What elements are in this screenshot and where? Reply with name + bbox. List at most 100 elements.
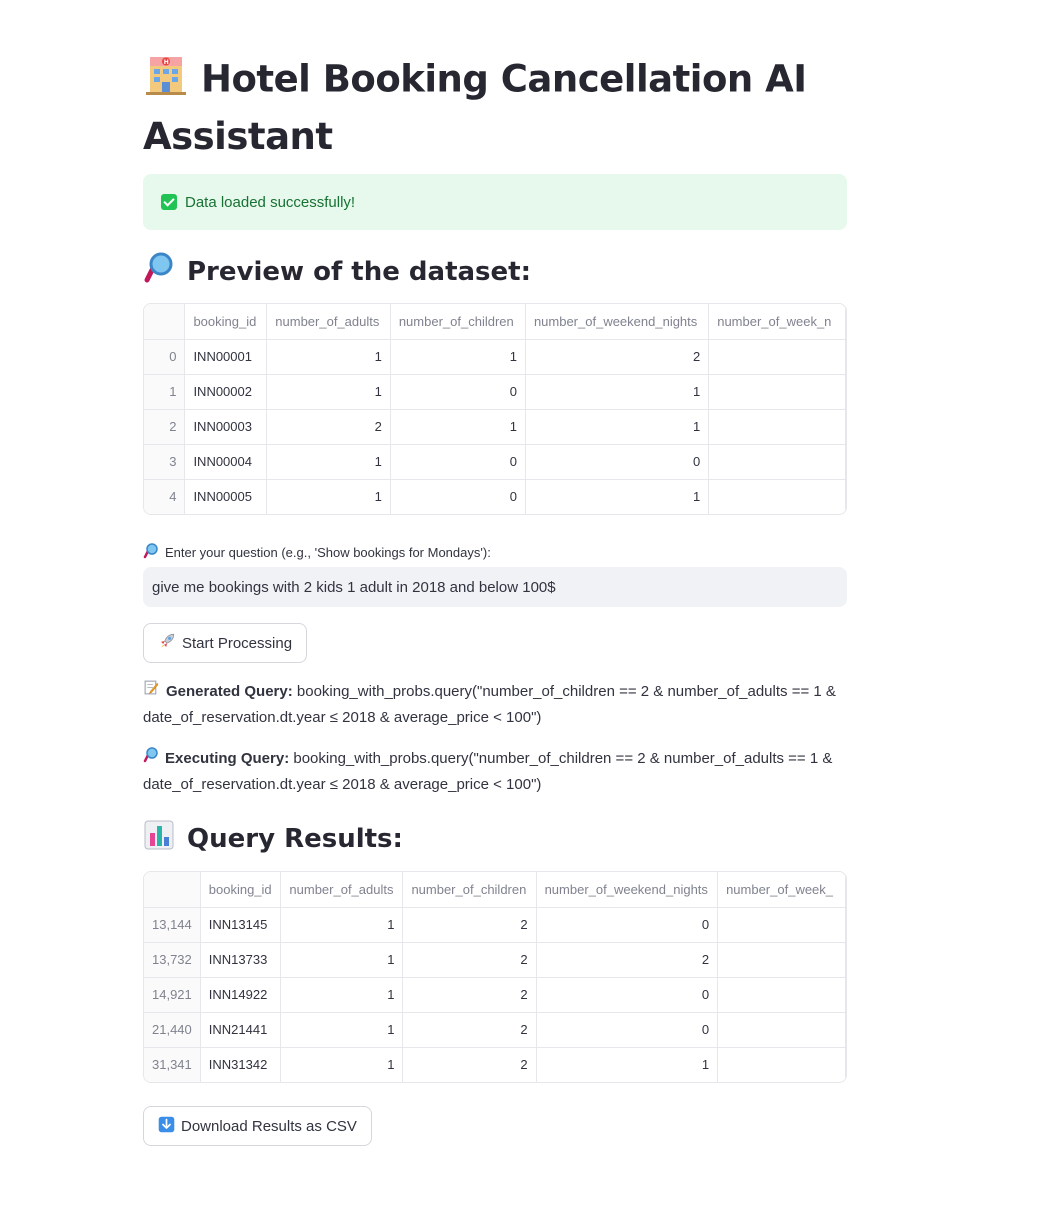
- results-heading: Query Results:: [143, 819, 403, 858]
- table-cell[interactable]: 1: [266, 374, 391, 410]
- table-cell[interactable]: [717, 977, 846, 1013]
- table-cell[interactable]: INN31342: [200, 1047, 282, 1082]
- table-cell[interactable]: [708, 444, 846, 480]
- question-label-text: Enter your question (e.g., 'Show booking…: [165, 545, 491, 560]
- index-header: [144, 872, 201, 908]
- table-cell[interactable]: [708, 409, 846, 445]
- table-cell[interactable]: 1: [266, 339, 391, 375]
- success-alert: Data loaded successfully!: [143, 174, 847, 230]
- table-row[interactable]: 2 INN00003 2 1 1: [144, 409, 846, 445]
- table-cell[interactable]: INN00002: [184, 374, 268, 410]
- table-cell[interactable]: 1: [525, 409, 710, 445]
- column-header[interactable]: number_of_adults: [266, 304, 391, 340]
- table-cell[interactable]: [708, 339, 846, 375]
- table-cell[interactable]: [708, 479, 846, 514]
- table-cell[interactable]: 1: [390, 339, 526, 375]
- column-header[interactable]: number_of_children: [390, 304, 526, 340]
- start-processing-label: Start Processing: [182, 634, 293, 652]
- table-cell[interactable]: 0: [536, 977, 719, 1013]
- table-cell[interactable]: INN00003: [184, 409, 268, 445]
- table-cell[interactable]: INN00004: [184, 444, 268, 480]
- table-cell[interactable]: 2: [536, 942, 719, 978]
- table-cell[interactable]: 1: [525, 374, 710, 410]
- table-cell[interactable]: 1: [525, 479, 710, 514]
- table-cell[interactable]: INN00005: [184, 479, 268, 514]
- table-cell[interactable]: INN13733: [200, 942, 282, 978]
- table-cell[interactable]: 1: [266, 479, 391, 514]
- table-cell[interactable]: INN14922: [200, 977, 282, 1013]
- magnifier-icon: [143, 252, 175, 291]
- table-cell[interactable]: 1: [390, 409, 526, 445]
- column-header[interactable]: booking_id: [184, 304, 268, 340]
- start-processing-button[interactable]: Start Processing: [143, 623, 308, 663]
- column-header[interactable]: number_of_weekend_nights: [536, 872, 719, 908]
- question-label: Enter your question (e.g., 'Show booking…: [143, 543, 491, 562]
- table-cell[interactable]: 2: [525, 339, 710, 375]
- table-cell[interactable]: 0: [390, 479, 526, 514]
- table-cell[interactable]: 1: [280, 977, 404, 1013]
- table-cell[interactable]: 0: [390, 374, 526, 410]
- download-csv-button[interactable]: Download Results as CSV: [143, 1106, 372, 1146]
- table-row[interactable]: 14,921 INN14922 1 2 0: [144, 977, 846, 1013]
- check-icon: [161, 194, 177, 210]
- column-header[interactable]: number_of_week_n: [708, 304, 846, 340]
- results-heading-text: Query Results:: [187, 823, 403, 854]
- table-row[interactable]: 1 INN00002 1 0 1: [144, 374, 846, 410]
- table-cell[interactable]: 2: [402, 1047, 537, 1082]
- table-cell[interactable]: 1: [536, 1047, 719, 1082]
- table-cell[interactable]: 2: [402, 907, 537, 943]
- table-row[interactable]: 3 INN00004 1 0 0: [144, 444, 846, 480]
- preview-table[interactable]: booking_id number_of_adults number_of_chil…: [143, 303, 847, 515]
- table-cell[interactable]: 2: [402, 977, 537, 1013]
- question-input-value[interactable]: give me bookings with 2 kids 1 adult in …: [152, 579, 556, 596]
- column-header[interactable]: number_of_children: [402, 872, 537, 908]
- table-cell[interactable]: 0: [390, 444, 526, 480]
- table-cell[interactable]: 2: [402, 1012, 537, 1048]
- memo-icon: [143, 679, 160, 705]
- table-cell[interactable]: 1: [280, 942, 404, 978]
- column-header[interactable]: number_of_adults: [280, 872, 404, 908]
- table-row[interactable]: 0 INN00001 1 1 2: [144, 339, 846, 375]
- column-header[interactable]: number_of_week_: [717, 872, 846, 908]
- table-cell[interactable]: [717, 1012, 846, 1048]
- table-cell[interactable]: [708, 374, 846, 410]
- row-index: 1: [144, 374, 186, 410]
- table-cell[interactable]: 1: [280, 1047, 404, 1082]
- table-cell[interactable]: INN00001: [184, 339, 268, 375]
- results-table[interactable]: booking_id number_of_adults number_of_chil…: [143, 871, 847, 1083]
- table-header-row: booking_id number_of_adults number_of_chil…: [144, 304, 846, 340]
- hotel-icon: H: [143, 52, 189, 110]
- generated-query-label: Generated Query:: [166, 683, 293, 700]
- table-cell[interactable]: 2: [402, 942, 537, 978]
- table-row[interactable]: 13,144 INN13145 1 2 0: [144, 907, 846, 943]
- table-cell[interactable]: 1: [280, 907, 404, 943]
- table-cell[interactable]: 0: [525, 444, 710, 480]
- table-cell[interactable]: 1: [280, 1012, 404, 1048]
- table-row[interactable]: 4 INN00005 1 0 1: [144, 479, 846, 514]
- row-index: 13,732: [144, 942, 201, 978]
- table-cell[interactable]: [717, 1047, 846, 1082]
- table-row[interactable]: 21,440 INN21441 1 2 0: [144, 1012, 846, 1048]
- svg-text:H: H: [164, 59, 169, 66]
- table-cell[interactable]: 0: [536, 1012, 719, 1048]
- table-cell[interactable]: 2: [266, 409, 391, 445]
- preview-heading: Preview of the dataset:: [143, 252, 531, 291]
- table-header-row: booking_id number_of_adults number_of_chil…: [144, 872, 846, 908]
- column-header[interactable]: booking_id: [200, 872, 282, 908]
- table-row[interactable]: 13,732 INN13733 1 2 2: [144, 942, 846, 978]
- column-header[interactable]: number_of_weekend_nights: [525, 304, 710, 340]
- table-cell[interactable]: [717, 907, 846, 943]
- page-title: H Hotel Booking Cancellation AI Assistan…: [143, 52, 847, 163]
- table-cell[interactable]: [717, 942, 846, 978]
- row-index: 13,144: [144, 907, 201, 943]
- row-index: 2: [144, 409, 186, 445]
- table-cell[interactable]: 0: [536, 907, 719, 943]
- question-input[interactable]: give me bookings with 2 kids 1 adult in …: [143, 567, 847, 607]
- table-cell[interactable]: INN21441: [200, 1012, 282, 1048]
- row-index: 31,341: [144, 1047, 201, 1082]
- page-title-text: Hotel Booking Cancellation AI Assistant: [143, 57, 807, 159]
- table-row[interactable]: 31,341 INN31342 1 2 1: [144, 1047, 846, 1082]
- table-cell[interactable]: 1: [266, 444, 391, 480]
- row-index: 4: [144, 479, 186, 514]
- table-cell[interactable]: INN13145: [200, 907, 282, 943]
